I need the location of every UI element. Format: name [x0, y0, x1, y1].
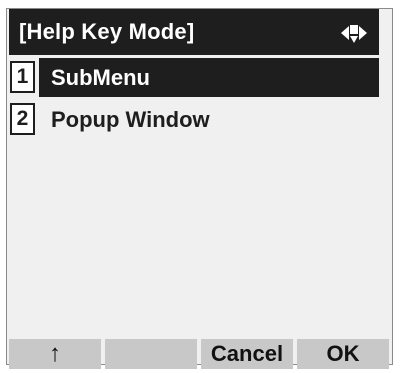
- menu-item-popup-window[interactable]: 2 Popup Window: [9, 100, 379, 139]
- menu-item-number: 1: [10, 61, 35, 93]
- title-bar: [Help Key Mode]: [9, 9, 379, 55]
- menu-item-number: 2: [10, 103, 35, 135]
- softkey-blank-button[interactable]: [105, 339, 197, 369]
- screen-title: [Help Key Mode]: [19, 19, 195, 44]
- softkey-cancel-button[interactable]: Cancel: [201, 339, 293, 369]
- menu-list: 1 SubMenu 2 Popup Window: [9, 58, 379, 142]
- navigation-cursor-icon: [341, 22, 367, 44]
- menu-item-submenu[interactable]: 1 SubMenu: [9, 58, 379, 97]
- softkey-bar: ↑ Cancel OK: [9, 339, 391, 369]
- softkey-ok-button[interactable]: OK: [297, 339, 389, 369]
- menu-item-label: Popup Window: [51, 107, 210, 132]
- softkey-up-button[interactable]: ↑: [9, 339, 101, 369]
- menu-item-label: SubMenu: [39, 58, 379, 97]
